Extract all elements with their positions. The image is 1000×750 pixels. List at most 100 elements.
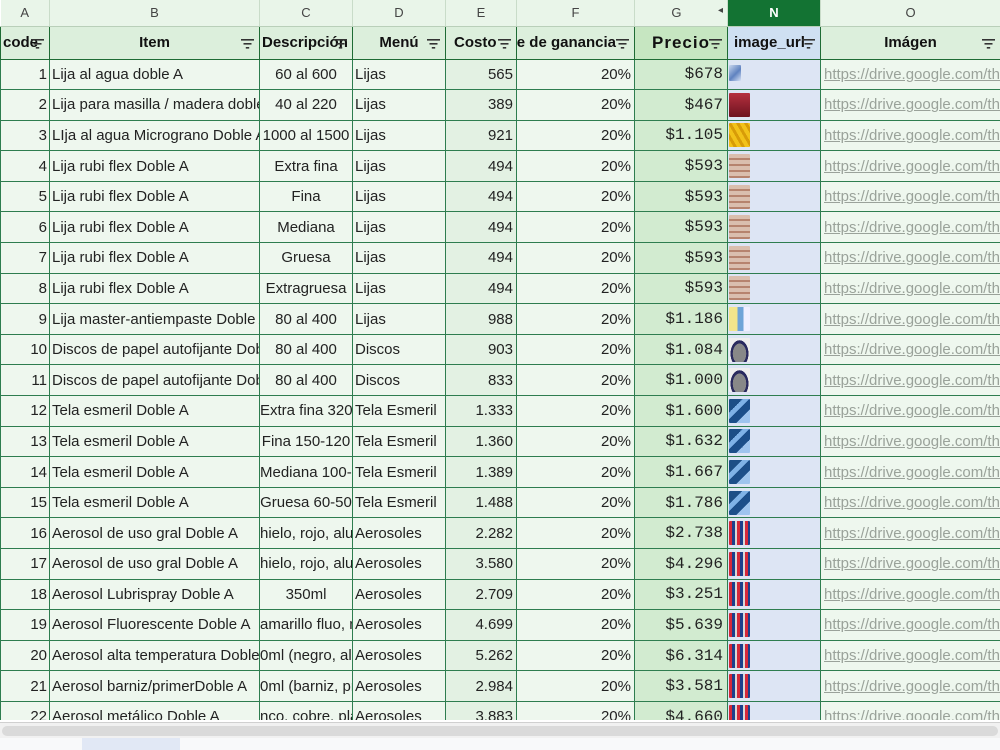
cell-image-url[interactable] (727, 89, 821, 121)
hidden-columns-arrow-icon[interactable]: ◂ (718, 5, 723, 16)
cell-imagen-link[interactable]: https://drive.google.com/thumbnail (820, 59, 1000, 91)
cell-menu[interactable]: Discos (352, 364, 446, 397)
cell-imagen-link[interactable]: https://drive.google.com/thumbnail (820, 517, 1000, 549)
cell-item[interactable]: Aerosol Lubrispray Doble A (49, 579, 260, 611)
cell-code[interactable]: 4 (0, 150, 50, 182)
cell-porcentaje[interactable]: 20% (516, 456, 635, 488)
header-porcentaje[interactable]: Porcentaje de ganancia (516, 25, 635, 60)
cell-image-url[interactable] (727, 150, 821, 182)
cell-imagen-link[interactable]: https://drive.google.com/thumbnail (820, 609, 1000, 641)
cell-costo[interactable]: 1.389 (445, 456, 517, 488)
cell-menu[interactable]: Aerosoles (352, 579, 446, 611)
cell-costo[interactable]: 833 (445, 364, 517, 397)
cell-precio[interactable]: $4.660 (634, 701, 728, 720)
cell-menu[interactable]: Lijas (352, 273, 446, 305)
cell-imagen-link[interactable]: https://drive.google.com/thumbnail (820, 273, 1000, 305)
cell-descripcion[interactable]: 40 al 220 (259, 89, 353, 121)
cell-image-url[interactable] (727, 517, 821, 549)
cell-menu[interactable]: Aerosoles (352, 670, 446, 702)
cell-costo[interactable]: 1.488 (445, 487, 517, 519)
horizontal-scrollbar[interactable] (0, 722, 1000, 739)
cell-code[interactable]: 20 (0, 640, 50, 672)
cell-porcentaje[interactable]: 20% (516, 670, 635, 702)
cell-menu[interactable]: Tela Esmeril (352, 456, 446, 488)
cell-image-url[interactable] (727, 426, 821, 458)
column-letter-e[interactable]: E (445, 0, 517, 27)
cell-code[interactable]: 19 (0, 609, 50, 641)
cell-costo[interactable]: 903 (445, 334, 517, 366)
cell-imagen-link[interactable]: https://drive.google.com/thumbnail (820, 303, 1000, 335)
cell-precio[interactable]: $1.632 (634, 426, 728, 458)
cell-costo[interactable]: 565 (445, 59, 517, 91)
cell-menu[interactable]: Tela Esmeril (352, 426, 446, 458)
cell-precio[interactable]: $467 (634, 89, 728, 121)
filter-icon[interactable] (616, 37, 629, 50)
cell-costo[interactable]: 494 (445, 211, 517, 244)
cell-precio[interactable]: $593 (634, 181, 728, 213)
cell-precio[interactable]: $5.639 (634, 609, 728, 641)
cell-code[interactable]: 6 (0, 211, 50, 244)
filter-icon[interactable] (31, 37, 44, 50)
cell-code[interactable]: 3 (0, 120, 50, 152)
cell-descripcion[interactable]: 80 al 400 (259, 303, 353, 335)
cell-precio[interactable]: $1.600 (634, 395, 728, 427)
cell-item[interactable]: Lija master-antiempaste Doble A (49, 303, 260, 335)
cell-precio[interactable]: $593 (634, 242, 728, 274)
cell-descripcion[interactable]: Extra fina 320-180 (259, 395, 353, 427)
cell-code[interactable]: 18 (0, 579, 50, 611)
cell-precio[interactable]: $1.786 (634, 487, 728, 519)
cell-imagen-link[interactable]: https://drive.google.com/thumbnail (820, 364, 1000, 397)
header-imagen[interactable]: Imágen (820, 25, 1000, 60)
cell-menu[interactable]: Aerosoles (352, 609, 446, 641)
cell-descripcion[interactable]: 60 al 600 (259, 59, 353, 91)
cell-item[interactable]: Lija rubi flex Doble A (49, 211, 260, 244)
cell-item[interactable]: Aerosol de uso gral Doble A (49, 548, 260, 580)
cell-menu[interactable]: Discos (352, 334, 446, 366)
cell-precio[interactable]: $3.581 (634, 670, 728, 702)
cell-imagen-link[interactable]: https://drive.google.com/thumbnail (820, 579, 1000, 611)
cell-porcentaje[interactable]: 20% (516, 364, 635, 397)
cell-item[interactable]: Tela esmeril Doble A (49, 426, 260, 458)
cell-image-url[interactable] (727, 59, 821, 91)
cell-precio[interactable]: $3.251 (634, 579, 728, 611)
column-letter-d[interactable]: D (352, 0, 446, 27)
cell-item[interactable]: Aerosol alta temperatura Doble A (49, 640, 260, 672)
cell-porcentaje[interactable]: 20% (516, 150, 635, 182)
cell-code[interactable]: 17 (0, 548, 50, 580)
header-descripcion[interactable]: Descripción (259, 25, 353, 60)
cell-image-url[interactable] (727, 120, 821, 152)
cell-costo[interactable]: 494 (445, 150, 517, 182)
cell-image-url[interactable] (727, 303, 821, 335)
cell-precio[interactable]: $1.186 (634, 303, 728, 335)
cell-descripcion[interactable]: Gruesa 60-50 (259, 487, 353, 519)
cell-descripcion[interactable]: Gruesa (259, 242, 353, 274)
cell-code[interactable]: 1 (0, 59, 50, 91)
cell-menu[interactable]: Lijas (352, 181, 446, 213)
cell-code[interactable]: 22 (0, 701, 50, 720)
cell-porcentaje[interactable]: 20% (516, 487, 635, 519)
cell-code[interactable]: 10 (0, 334, 50, 366)
cell-descripcion[interactable]: 80 al 400 (259, 334, 353, 366)
cell-menu[interactable]: Tela Esmeril (352, 395, 446, 427)
cell-image-url[interactable] (727, 242, 821, 274)
cell-image-url[interactable] (727, 579, 821, 611)
cell-image-url[interactable] (727, 395, 821, 427)
cell-code[interactable]: 11 (0, 364, 50, 397)
cell-costo[interactable]: 2.282 (445, 517, 517, 549)
cell-porcentaje[interactable]: 20% (516, 89, 635, 121)
cell-descripcion[interactable]: 0ml (negro, aluminio (259, 640, 353, 672)
cell-porcentaje[interactable]: 20% (516, 579, 635, 611)
cell-imagen-link[interactable]: https://drive.google.com/thumbnail (820, 456, 1000, 488)
cell-image-url[interactable] (727, 548, 821, 580)
column-letter-a[interactable]: A (0, 0, 50, 27)
cell-costo[interactable]: 5.262 (445, 640, 517, 672)
cell-porcentaje[interactable]: 20% (516, 517, 635, 549)
cell-porcentaje[interactable]: 20% (516, 395, 635, 427)
cell-code[interactable]: 15 (0, 487, 50, 519)
cell-porcentaje[interactable]: 20% (516, 120, 635, 152)
cell-code[interactable]: 8 (0, 273, 50, 305)
cell-imagen-link[interactable]: https://drive.google.com/thumbnail (820, 242, 1000, 274)
cell-descripcion[interactable]: Extragruesa (259, 273, 353, 305)
cell-image-url[interactable] (727, 609, 821, 641)
cell-item[interactable]: Aerosol Fluorescente Doble A (49, 609, 260, 641)
